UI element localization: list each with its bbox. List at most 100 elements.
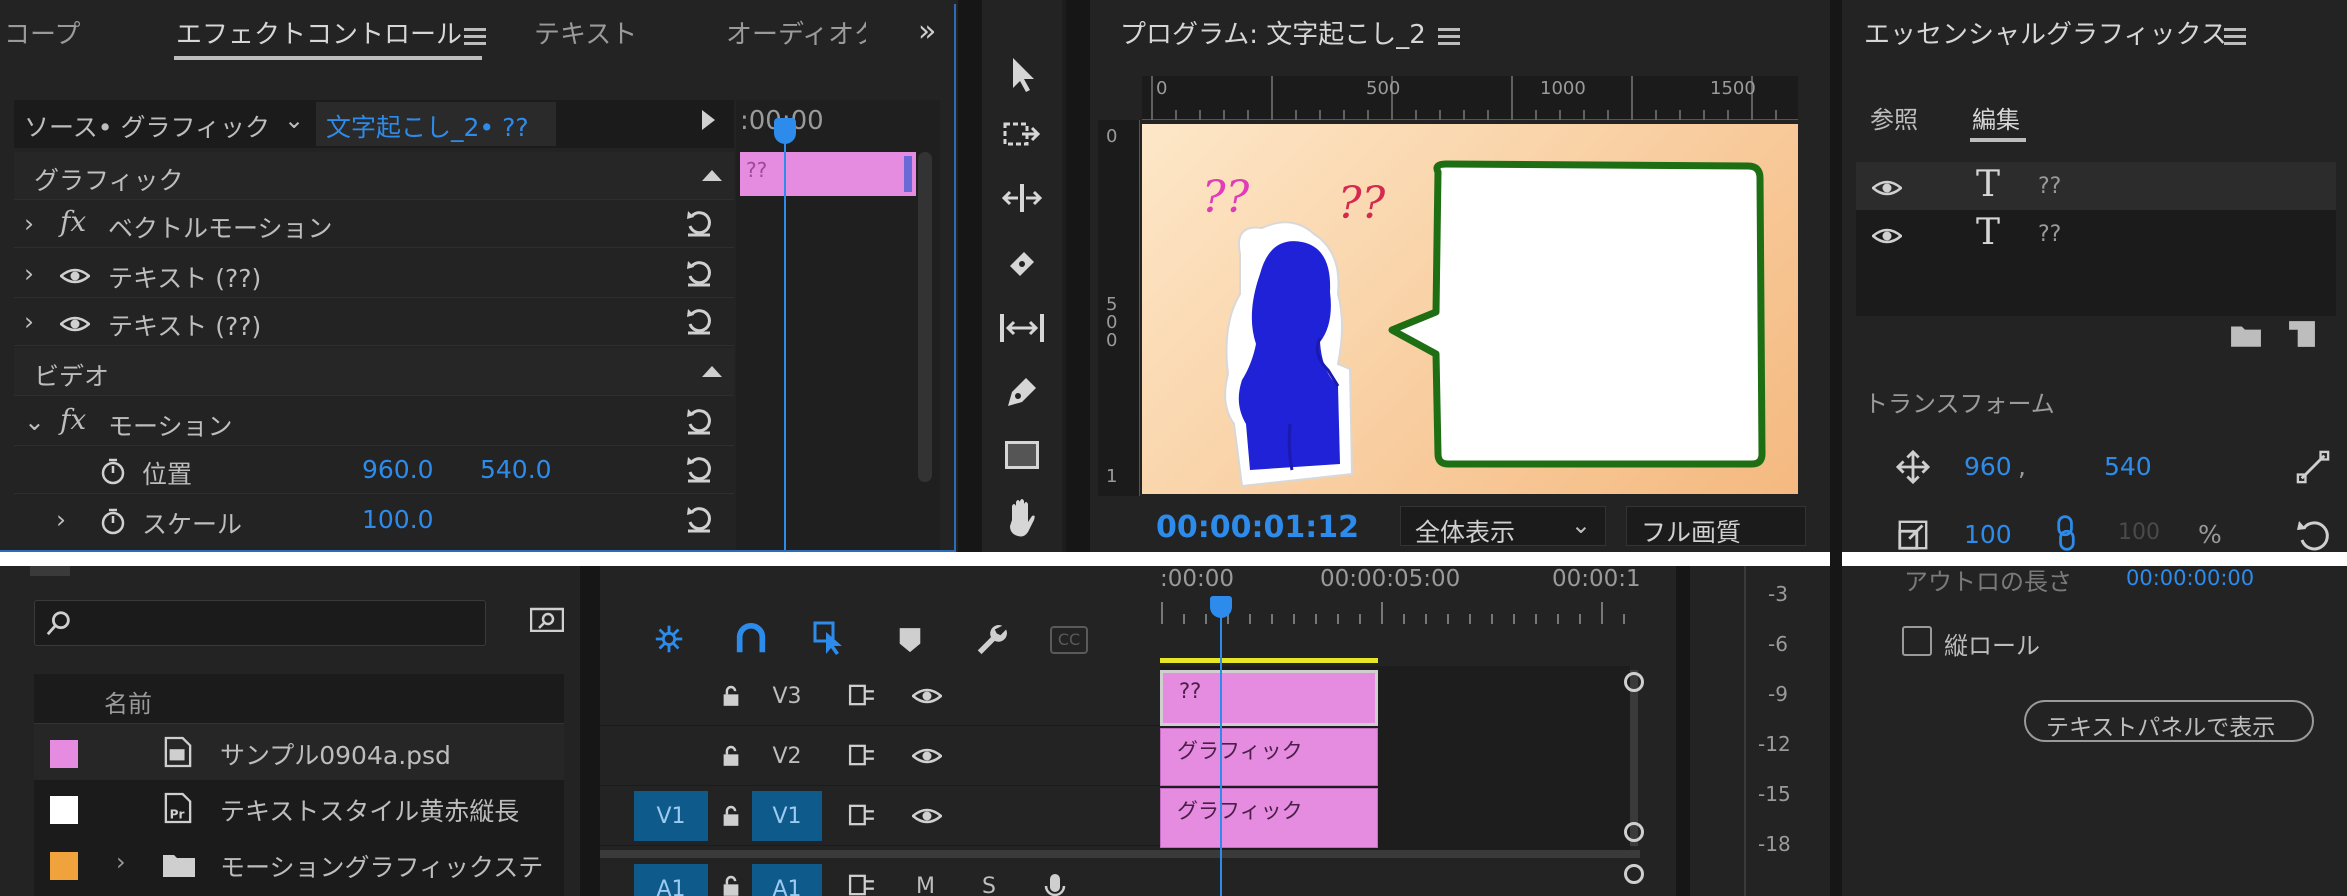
property-scale[interactable]: › スケール 100.0 bbox=[14, 496, 734, 544]
expand-timeline-icon[interactable] bbox=[702, 110, 715, 130]
clip-selector[interactable]: 文字起こし_2• ?? bbox=[316, 102, 556, 146]
sync-lock-icon[interactable] bbox=[848, 744, 876, 766]
panel-menu-icon[interactable] bbox=[464, 28, 486, 46]
tab-text[interactable]: テキスト bbox=[534, 14, 637, 51]
list-item[interactable]: サンプル0904a.psd bbox=[34, 724, 564, 780]
mini-clip[interactable]: ?? bbox=[740, 152, 916, 196]
label-color-swatch[interactable] bbox=[50, 852, 78, 880]
hand-tool[interactable] bbox=[982, 490, 1062, 546]
scrollbar[interactable] bbox=[918, 152, 932, 482]
track-target-a1[interactable]: A1 bbox=[752, 864, 822, 896]
property-position[interactable]: 位置 960.0 540.0 bbox=[14, 446, 734, 494]
magnet-icon[interactable] bbox=[734, 622, 768, 656]
track-target-v2[interactable]: V2 bbox=[752, 731, 822, 781]
eye-icon[interactable] bbox=[60, 266, 90, 286]
show-in-text-panel-button[interactable]: テキストパネルで表示 bbox=[2024, 700, 2314, 742]
stopwatch-icon[interactable] bbox=[98, 506, 128, 536]
sync-lock-icon[interactable] bbox=[848, 804, 876, 826]
razor-tool[interactable] bbox=[982, 236, 1062, 292]
eye-icon[interactable] bbox=[912, 806, 942, 826]
pen-tool[interactable] bbox=[982, 364, 1062, 420]
effect-text-2[interactable]: › テキスト (??) bbox=[14, 298, 734, 346]
find-icon[interactable] bbox=[530, 606, 564, 632]
eye-icon[interactable] bbox=[912, 686, 942, 706]
position-y-value[interactable]: 540.0 bbox=[480, 455, 552, 484]
eg-position-y[interactable]: 540 bbox=[2104, 452, 2152, 481]
list-item[interactable]: Pr テキストスタイル黄赤縦長 bbox=[34, 780, 564, 836]
slip-tool[interactable] bbox=[982, 300, 1062, 356]
reset-icon[interactable] bbox=[684, 504, 714, 534]
selection-tool[interactable] bbox=[982, 46, 1062, 102]
clip-v2[interactable]: グラフィック bbox=[1160, 728, 1378, 786]
tab-scopes[interactable]: コープ bbox=[4, 14, 80, 51]
column-header[interactable]: 名前 bbox=[34, 674, 564, 724]
wrench-icon[interactable] bbox=[974, 622, 1008, 656]
reset-icon[interactable] bbox=[684, 208, 714, 238]
program-timecode[interactable]: 00:00:01:12 bbox=[1156, 510, 1359, 545]
microphone-icon[interactable] bbox=[1044, 872, 1066, 896]
quality-select[interactable]: フル画質 bbox=[1626, 506, 1806, 547]
track-target-v3[interactable]: V3 bbox=[752, 671, 822, 721]
layer-item[interactable]: T ?? bbox=[1856, 162, 2336, 210]
new-layer-icon[interactable] bbox=[2288, 320, 2316, 348]
source-patch-a1[interactable]: A1 bbox=[634, 864, 708, 896]
lock-icon[interactable] bbox=[722, 874, 740, 896]
expand-chevron-icon[interactable]: › bbox=[24, 259, 34, 288]
label-color-swatch[interactable] bbox=[50, 740, 78, 768]
rectangle-tool[interactable] bbox=[982, 428, 1062, 484]
rotate-icon[interactable] bbox=[2296, 516, 2332, 552]
expand-chevron-icon[interactable]: › bbox=[116, 848, 126, 876]
layer-item[interactable]: T ?? bbox=[1856, 210, 2336, 258]
collapse-chevron-icon[interactable]: ⌄ bbox=[24, 407, 45, 436]
program-canvas[interactable]: ?? ?? bbox=[1142, 124, 1798, 494]
panel-menu-icon[interactable] bbox=[2224, 28, 2246, 46]
track-height-slider[interactable] bbox=[1630, 670, 1638, 846]
label-color-swatch[interactable] bbox=[50, 796, 78, 824]
effect-vector-motion[interactable]: › fx ベクトルモーション bbox=[14, 200, 734, 248]
tab-browse[interactable]: 参照 bbox=[1870, 100, 1918, 135]
reset-icon[interactable] bbox=[684, 406, 714, 436]
expand-chevron-icon[interactable]: › bbox=[24, 307, 34, 336]
mute-button[interactable]: M bbox=[916, 874, 935, 896]
track-target-v1[interactable]: V1 bbox=[752, 791, 822, 841]
lock-icon[interactable] bbox=[722, 684, 740, 708]
overflow-chevron-icon[interactable]: » bbox=[918, 14, 936, 49]
scale-value[interactable]: 100.0 bbox=[362, 505, 434, 534]
eye-icon[interactable] bbox=[60, 314, 90, 334]
reset-icon[interactable] bbox=[684, 454, 714, 484]
clip-dropdown-chevron-icon[interactable]: ⌄ bbox=[284, 106, 304, 134]
eg-scale-value[interactable]: 100 bbox=[1964, 520, 2012, 549]
captions-icon[interactable]: CC bbox=[1050, 626, 1088, 654]
reset-icon[interactable] bbox=[684, 258, 714, 288]
lock-icon[interactable] bbox=[722, 744, 740, 768]
search-field[interactable] bbox=[34, 600, 486, 646]
collapse-icon[interactable] bbox=[702, 170, 722, 181]
tab-effect-controls[interactable]: エフェクトコントロール bbox=[176, 14, 462, 51]
essential-graphics-title[interactable]: エッセンシャルグラフィックス bbox=[1864, 14, 2227, 51]
program-monitor-title[interactable]: プログラム: 文字起こし_2 bbox=[1120, 14, 1426, 51]
section-graphic[interactable]: グラフィック bbox=[14, 152, 734, 200]
outro-value[interactable]: 00:00:00:00 bbox=[2126, 566, 2254, 590]
track-divider[interactable] bbox=[600, 850, 1640, 858]
position-x-value[interactable]: 960.0 bbox=[362, 455, 434, 484]
effect-playhead-handle[interactable] bbox=[774, 118, 796, 144]
link-icon[interactable] bbox=[2056, 514, 2076, 552]
panel-menu-icon[interactable] bbox=[1438, 28, 1460, 46]
timeline-playhead[interactable] bbox=[1220, 610, 1222, 896]
scroll-knob[interactable] bbox=[1624, 822, 1644, 842]
collapse-icon[interactable] bbox=[702, 366, 722, 377]
linked-selection-icon[interactable] bbox=[812, 620, 848, 656]
effect-motion[interactable]: ⌄ fx モーション bbox=[14, 398, 734, 446]
timeline-playhead-handle[interactable] bbox=[1210, 596, 1232, 618]
time-ruler[interactable]: :00:00 00:00:05:00 00:00:1 bbox=[1160, 566, 1641, 664]
sync-lock-icon[interactable] bbox=[848, 684, 876, 706]
scroll-knob[interactable] bbox=[1624, 864, 1644, 884]
vertical-roll-checkbox[interactable] bbox=[1902, 626, 1932, 656]
eg-position-x[interactable]: 960 bbox=[1964, 452, 2012, 481]
expand-chevron-icon[interactable]: › bbox=[24, 209, 34, 238]
track-select-tool[interactable] bbox=[982, 106, 1062, 162]
section-video[interactable]: ビデオ bbox=[14, 348, 734, 396]
ripple-edit-tool[interactable] bbox=[982, 170, 1062, 226]
anchor-align-icon[interactable] bbox=[2296, 450, 2330, 484]
source-patch-v1[interactable]: V1 bbox=[634, 791, 708, 841]
